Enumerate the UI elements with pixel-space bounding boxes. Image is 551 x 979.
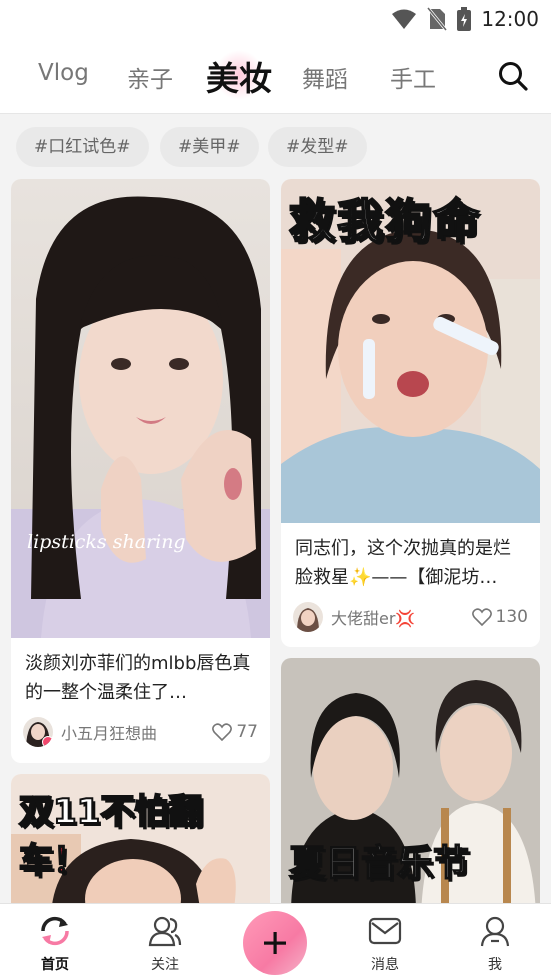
nav-me-label: 我 xyxy=(488,957,502,973)
card-thumbnail: 夏日音乐节 xyxy=(281,658,540,914)
card-title: 淡颜刘亦菲们的mlbb唇色真的一整个温柔住了… xyxy=(25,653,251,703)
heart-icon xyxy=(471,608,492,626)
card-thumbnail: lipsticks sharing xyxy=(11,179,270,638)
tab-makeup[interactable]: 美妆 xyxy=(206,52,272,100)
nav-me[interactable]: 我 xyxy=(460,914,530,974)
tab-handcraft[interactable]: 手工 xyxy=(390,60,436,94)
card-thumbnail: 救我狗命 xyxy=(281,179,540,523)
hashtag-chip-lipstick[interactable]: #口红试色# xyxy=(16,127,149,167)
like-count[interactable]: 77 xyxy=(212,722,258,742)
search-icon[interactable] xyxy=(497,60,529,92)
thumbnail-banner-text: 救我狗命 xyxy=(288,193,481,249)
tab-vlog[interactable]: Vlog xyxy=(38,60,89,86)
home-refresh-icon xyxy=(41,916,69,946)
thumbnail-banner-text: 夏日音乐节 xyxy=(288,842,470,885)
heart-icon xyxy=(212,723,233,741)
like-count[interactable]: 130 xyxy=(471,607,528,627)
nav-messages-label: 消息 xyxy=(371,957,399,973)
bottom-tab-bar: 首页 关注 消息 我 xyxy=(0,903,551,979)
avatar[interactable] xyxy=(23,717,53,747)
card-meta: 大佬甜er💢 130 xyxy=(293,601,528,633)
verified-badge-icon xyxy=(42,736,53,747)
card-title: 同志们，这个次抛真的是烂脸救星✨——【御泥坊… xyxy=(295,538,511,588)
feed-card[interactable]: 双11不怕翻车！ xyxy=(11,774,270,914)
author-name[interactable]: 大佬甜er💢 xyxy=(331,605,472,629)
author-name[interactable]: 小五月狂想曲 xyxy=(61,720,212,744)
category-tab-bar: Vlog 亲子 美妆 舞蹈 手工 xyxy=(0,38,551,114)
thumbnail-overlay-text: lipsticks sharing xyxy=(27,531,186,553)
follow-users-icon xyxy=(148,916,182,947)
status-time: 12:00 xyxy=(481,7,539,31)
nav-home-label: 首页 xyxy=(41,957,69,973)
tab-parenting[interactable]: 亲子 xyxy=(127,60,173,94)
nav-home[interactable]: 首页 xyxy=(20,914,90,974)
tab-dance[interactable]: 舞蹈 xyxy=(302,60,348,94)
like-count-value: 130 xyxy=(495,607,528,627)
thumbnail-banner-text: 双11不怕翻车！ xyxy=(18,791,203,882)
profile-icon xyxy=(480,916,510,947)
no-sim-icon xyxy=(427,7,448,31)
status-icons: 12:00 xyxy=(391,7,539,31)
battery-icon xyxy=(457,7,472,31)
feed-card[interactable]: 救我狗命 同志们，这个次抛真的是烂脸救星✨——【御泥坊… 大佬甜er💢 130 xyxy=(281,179,540,647)
card-thumbnail: 双11不怕翻车！ xyxy=(11,774,270,914)
mail-icon xyxy=(368,917,402,945)
like-count-value: 77 xyxy=(236,722,258,742)
nav-messages[interactable]: 消息 xyxy=(350,914,420,974)
card-meta: 小五月狂想曲 77 xyxy=(23,716,258,748)
wifi-icon xyxy=(392,9,417,29)
hashtag-chip-nails[interactable]: #美甲# xyxy=(160,127,259,167)
feed-card[interactable]: 夏日音乐节 xyxy=(281,658,540,914)
plus-icon xyxy=(264,932,286,954)
status-bar: 12:00 xyxy=(0,0,551,38)
avatar[interactable] xyxy=(293,602,323,632)
hashtag-chip-hairstyle[interactable]: #发型# xyxy=(268,127,367,167)
nav-follow[interactable]: 关注 xyxy=(130,914,200,974)
add-post-button[interactable] xyxy=(243,911,307,975)
nav-follow-label: 关注 xyxy=(151,957,179,973)
feed-card[interactable]: lipsticks sharing 淡颜刘亦菲们的mlbb唇色真的一整个温柔住了… xyxy=(11,179,270,763)
